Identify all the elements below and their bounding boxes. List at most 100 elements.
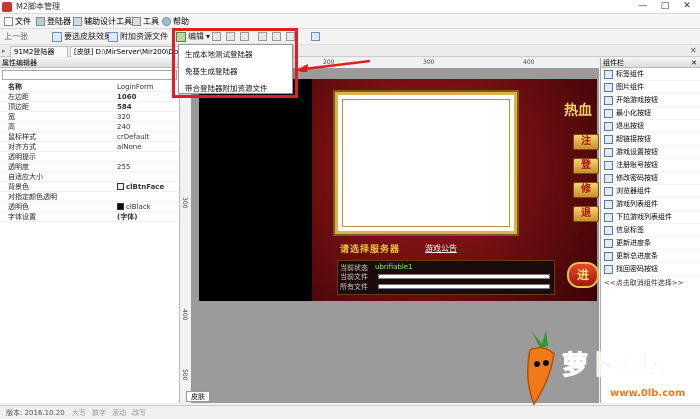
component-icon: [604, 82, 613, 92]
component-icon: [604, 108, 613, 118]
property-row[interactable]: 高 240: [0, 122, 179, 132]
property-value[interactable]: alNone: [117, 142, 179, 151]
property-value[interactable]: [117, 172, 179, 181]
property-row[interactable]: 透明色 clBlack: [0, 202, 179, 212]
component-item[interactable]: 游戏设置按钮: [601, 146, 700, 159]
property-row[interactable]: 宽 320: [0, 112, 179, 122]
annotation-arrow-icon: [296, 60, 371, 72]
property-key: 透明提示: [8, 153, 36, 161]
tab-launcher[interactable]: 91M2登陆器: [10, 46, 68, 57]
property-row[interactable]: 名称 LoginForm: [0, 82, 179, 92]
property-key: 顶边距: [8, 103, 29, 111]
component-item[interactable]: 信息标签: [601, 224, 700, 237]
tab-skin[interactable]: 皮肤: [186, 391, 210, 402]
cancel-selection-link[interactable]: <<点击取消组件选择>>: [601, 276, 700, 290]
maximize-button[interactable]: □: [654, 0, 676, 13]
close-tab-icon[interactable]: ✕: [690, 46, 697, 55]
component-item[interactable]: 更新进度条: [601, 237, 700, 250]
side-button-exit[interactable]: 退: [573, 206, 599, 222]
current-file-label: 当前文件: [340, 273, 368, 281]
property-row[interactable]: 鼠标样式 crDefault: [0, 132, 179, 142]
version-label: 版本: 2016.10.20: [6, 409, 65, 417]
grid-icon[interactable]: [311, 32, 320, 41]
property-row[interactable]: 顶边距 584: [0, 102, 179, 112]
property-value[interactable]: clBlack: [117, 202, 179, 211]
property-editor: 属性编辑器 名称 LoginForm 左边距 1060 顶边距 584 宽 320 高 240 鼠标…: [0, 58, 180, 403]
property-list: 名称 LoginForm 左边距 1060 顶边距 584 宽 320 高 240 鼠标样式 crDe…: [0, 82, 179, 222]
component-icon: [604, 199, 613, 209]
property-value[interactable]: [117, 152, 179, 161]
menu-design-tools[interactable]: 辅助设计工具: [73, 16, 132, 27]
minimize-button[interactable]: —: [632, 0, 654, 13]
property-value[interactable]: (字体): [117, 212, 179, 221]
side-button-modify[interactable]: 修: [573, 182, 599, 198]
component-item[interactable]: 浏览器组件: [601, 185, 700, 198]
effect-icon: [52, 31, 62, 42]
title-bar: M2脚本管理 — □ ✕: [0, 0, 700, 14]
property-value[interactable]: crDefault: [117, 132, 179, 141]
property-value[interactable]: 320: [117, 112, 179, 121]
ruler-tick: 300: [423, 59, 435, 66]
current-file-progress: [378, 274, 550, 279]
component-item-label: 开始游戏按钮: [616, 96, 658, 104]
property-key: 高: [8, 123, 15, 131]
property-row[interactable]: 自适应大小: [0, 172, 179, 182]
launcher-icon: [36, 17, 45, 26]
attach-resource-button[interactable]: 附加资源文件: [108, 31, 168, 42]
component-icon: [604, 251, 613, 261]
close-button[interactable]: ✕: [676, 0, 698, 13]
component-item[interactable]: 开始游戏按钮: [601, 94, 700, 107]
property-value[interactable]: LoginForm: [117, 82, 179, 91]
property-value[interactable]: 584: [117, 102, 179, 111]
component-item[interactable]: 找回密码按钮: [601, 263, 700, 276]
property-row[interactable]: 对指定颜色透明: [0, 192, 179, 202]
menu-help[interactable]: 帮助: [162, 16, 189, 27]
property-key: 宽: [8, 113, 15, 121]
menu-launcher[interactable]: 登陆器: [36, 16, 71, 27]
menu-tools[interactable]: 工具: [132, 16, 159, 27]
property-key: 自适应大小: [8, 173, 43, 181]
color-swatch-icon: [117, 183, 124, 190]
component-item[interactable]: 更新总进度条: [601, 250, 700, 263]
component-item[interactable]: 超链接按钮: [601, 133, 700, 146]
property-value[interactable]: [117, 192, 179, 201]
component-item[interactable]: 退出按钮: [601, 120, 700, 133]
notice-frame[interactable]: [335, 92, 517, 234]
component-item[interactable]: 下拉游戏列表组件: [601, 211, 700, 224]
component-item-label: 更新进度条: [616, 239, 651, 247]
property-row[interactable]: 对齐方式 alNone: [0, 142, 179, 152]
notice-link[interactable]: 游戏公告: [425, 243, 457, 254]
component-item[interactable]: 图片组件: [601, 81, 700, 94]
prev-button[interactable]: 上一张: [4, 31, 28, 42]
component-item[interactable]: 游戏列表组件: [601, 198, 700, 211]
property-value[interactable]: 240: [117, 122, 179, 131]
component-item-label: 游戏列表组件: [616, 200, 658, 208]
component-item[interactable]: 修改密码按钮: [601, 172, 700, 185]
ruler-tick: 400: [181, 309, 188, 321]
component-item[interactable]: 最小化按钮: [601, 107, 700, 120]
property-key: 鼠标样式: [8, 133, 36, 141]
ruler-tick: 500: [181, 369, 188, 381]
component-select[interactable]: [2, 70, 177, 80]
component-item[interactable]: 标签组件: [601, 68, 700, 81]
property-value[interactable]: clBtnFace: [117, 182, 179, 191]
side-button-login[interactable]: 登: [573, 158, 599, 174]
property-value[interactable]: 1060: [117, 92, 179, 101]
property-row[interactable]: 左边距 1060: [0, 92, 179, 102]
side-button-register[interactable]: 注: [573, 134, 599, 150]
property-row[interactable]: 字体设置 (字体): [0, 212, 179, 222]
component-item[interactable]: 注册账号按钮: [601, 159, 700, 172]
property-row[interactable]: 透明度 255: [0, 162, 179, 172]
tab-skin-path[interactable]: [皮肤] D:\MirServer\Mir200\Dow: [70, 46, 180, 57]
property-value-text: clBlack: [126, 202, 151, 211]
property-row[interactable]: 透明提示: [0, 152, 179, 162]
forum-logo: 萝卜论坛 www.0lb.com: [527, 330, 685, 406]
property-value[interactable]: 255: [117, 162, 179, 171]
menu-file[interactable]: 文件: [4, 16, 31, 27]
close-icon[interactable]: ✕: [691, 58, 697, 67]
property-row[interactable]: 背景色 clBtnFace: [0, 182, 179, 192]
tools-icon: [73, 17, 82, 26]
start-game-button[interactable]: 进: [567, 262, 599, 288]
skin-effect-button[interactable]: 要选皮肤效果: [52, 31, 112, 42]
menu-bar: 文件 登陆器 辅助设计工具 工具 帮助: [0, 14, 700, 29]
